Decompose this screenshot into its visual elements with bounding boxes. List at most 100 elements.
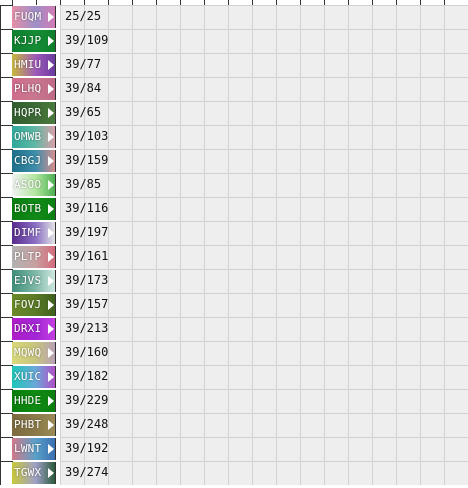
- play-icon[interactable]: [48, 156, 54, 166]
- row-left-edge: [0, 149, 1, 173]
- track-tag[interactable]: DRXI: [12, 318, 56, 340]
- play-icon[interactable]: [48, 372, 54, 382]
- ruler-tick: [180, 0, 181, 5]
- track-tag[interactable]: ASOO: [12, 174, 56, 196]
- track-count: 39/116: [65, 201, 109, 215]
- track-count: 39/173: [65, 273, 109, 287]
- row-left-edge: [0, 125, 1, 149]
- row-left-edge: [0, 365, 1, 389]
- play-icon[interactable]: [48, 324, 54, 334]
- track-tag[interactable]: FUQM: [12, 6, 56, 28]
- row-left-edge: [0, 389, 1, 413]
- track-row[interactable]: LWNT 39/192: [0, 437, 110, 461]
- track-tag[interactable]: PHBT: [12, 414, 56, 436]
- track-tag[interactable]: OMWB: [12, 126, 56, 148]
- track-row[interactable]: BOTB 39/116: [0, 197, 110, 221]
- track-tag[interactable]: TGWX: [12, 462, 56, 484]
- track-row[interactable]: PLHQ 39/84: [0, 77, 110, 101]
- track-row[interactable]: EJVS 39/173: [0, 269, 110, 293]
- play-icon[interactable]: [48, 420, 54, 430]
- play-icon[interactable]: [48, 180, 54, 190]
- track-tag[interactable]: CBGJ: [12, 150, 56, 172]
- track-label: FOVJ: [14, 298, 42, 311]
- row-left-edge: [0, 269, 1, 293]
- play-icon[interactable]: [48, 204, 54, 214]
- track-count: 39/274: [65, 465, 109, 479]
- track-tag[interactable]: HHDE: [12, 390, 56, 412]
- track-row[interactable]: OMWB 39/103: [0, 125, 110, 149]
- play-icon[interactable]: [48, 396, 54, 406]
- track-row[interactable]: FUQM 25/25: [0, 5, 110, 29]
- play-icon[interactable]: [48, 84, 54, 94]
- row-left-edge: [0, 197, 1, 221]
- row-left-edge: [0, 413, 1, 437]
- track-count: 39/192: [65, 441, 109, 455]
- ruler-tick: [132, 0, 133, 5]
- ruler-tick: [228, 0, 229, 5]
- track-tag[interactable]: DIMF: [12, 222, 56, 244]
- track-row[interactable]: ASOO 39/85: [0, 173, 110, 197]
- track-tag[interactable]: EJVS: [12, 270, 56, 292]
- track-label: HMIU: [14, 58, 42, 71]
- track-label: LWNT: [14, 442, 42, 455]
- track-label: KJJP: [14, 34, 42, 47]
- play-icon[interactable]: [48, 300, 54, 310]
- play-icon[interactable]: [48, 444, 54, 454]
- play-icon[interactable]: [48, 252, 54, 262]
- track-row[interactable]: MQWQ 39/160: [0, 341, 110, 365]
- play-icon[interactable]: [48, 36, 54, 46]
- ruler-tick: [252, 0, 253, 5]
- track-count: 39/182: [65, 369, 109, 383]
- track-tag[interactable]: HQPR: [12, 102, 56, 124]
- track-count: 39/160: [65, 345, 109, 359]
- track-tag[interactable]: HMIU: [12, 54, 56, 76]
- track-label: CBGJ: [14, 154, 42, 167]
- row-left-edge: [0, 221, 1, 245]
- track-tag[interactable]: KJJP: [12, 30, 56, 52]
- track-row[interactable]: KJJP 39/109: [0, 29, 110, 53]
- track-row[interactable]: DIMF 39/197: [0, 221, 110, 245]
- row-left-edge: [0, 77, 1, 101]
- timeline-grid[interactable]: [60, 5, 468, 485]
- track-tag[interactable]: LWNT: [12, 438, 56, 460]
- play-icon[interactable]: [48, 468, 54, 478]
- track-label: DRXI: [14, 322, 42, 335]
- ruler-tick: [372, 0, 373, 5]
- track-count: 39/77: [65, 57, 102, 71]
- track-tag[interactable]: PLHQ: [12, 78, 56, 100]
- track-count: 39/161: [65, 249, 109, 263]
- track-row[interactable]: HHDE 39/229: [0, 389, 110, 413]
- track-row[interactable]: PHBT 39/248: [0, 413, 110, 437]
- track-row[interactable]: XUIC 39/182: [0, 365, 110, 389]
- track-tag[interactable]: BOTB: [12, 198, 56, 220]
- track-tag[interactable]: FOVJ: [12, 294, 56, 316]
- track-tag[interactable]: MQWQ: [12, 342, 56, 364]
- row-left-edge: [0, 317, 1, 341]
- track-tag[interactable]: XUIC: [12, 366, 56, 388]
- ruler-tick: [420, 0, 421, 5]
- play-icon[interactable]: [48, 228, 54, 238]
- row-left-edge: [0, 293, 1, 317]
- row-left-edge: [0, 5, 1, 29]
- track-row[interactable]: TGWX 39/274: [0, 461, 110, 485]
- play-icon[interactable]: [48, 132, 54, 142]
- track-label: PLHQ: [14, 82, 42, 95]
- track-tag[interactable]: PLTP: [12, 246, 56, 268]
- track-row[interactable]: HQPR 39/65: [0, 101, 110, 125]
- track-count: 39/103: [65, 129, 109, 143]
- play-icon[interactable]: [48, 348, 54, 358]
- ruler-tick: [324, 0, 325, 5]
- track-label: TGWX: [14, 466, 42, 479]
- row-left-edge: [0, 245, 1, 269]
- track-row[interactable]: HMIU 39/77: [0, 53, 110, 77]
- play-icon[interactable]: [48, 108, 54, 118]
- track-count: 39/213: [65, 321, 109, 335]
- play-icon[interactable]: [48, 276, 54, 286]
- play-icon[interactable]: [48, 60, 54, 70]
- track-row[interactable]: PLTP 39/161: [0, 245, 110, 269]
- play-icon[interactable]: [48, 12, 54, 22]
- track-row[interactable]: CBGJ 39/159: [0, 149, 110, 173]
- track-count: 39/248: [65, 417, 109, 431]
- track-row[interactable]: DRXI 39/213: [0, 317, 110, 341]
- track-row[interactable]: FOVJ 39/157: [0, 293, 110, 317]
